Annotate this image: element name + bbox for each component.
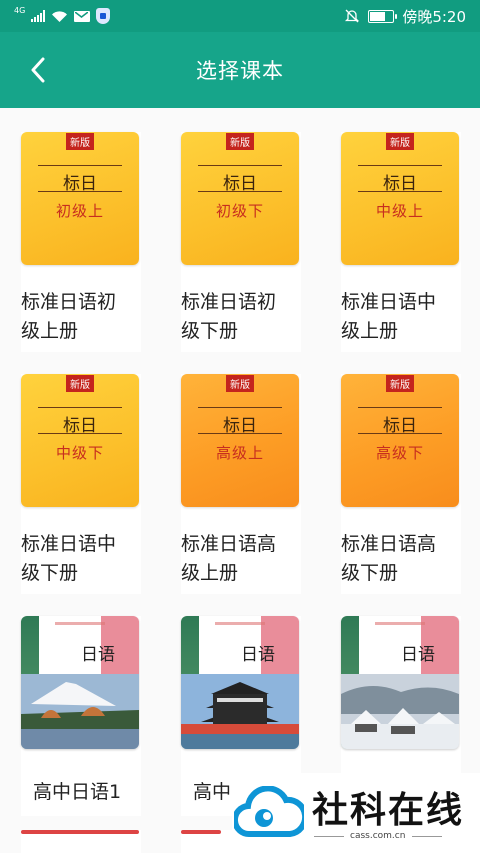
page-title: 选择课本 [196, 59, 284, 83]
cover-tag: 新版 [386, 375, 414, 392]
cover-tag: 新版 [226, 133, 254, 150]
cover-title: 标日 [223, 174, 257, 194]
cover-subtitle: 初级上 [55, 202, 104, 220]
book-card[interactable]: 新版 标日 高级上 标准日语高 级上册 [181, 374, 301, 594]
cover-title: 日语 [81, 645, 115, 665]
book-card[interactable]: 新版 标日 中级下 标准日语中 级下册 [21, 374, 141, 594]
cover-photo-mountain [21, 674, 139, 749]
mail-icon [74, 10, 91, 22]
cover-subtitle: 高级上 [215, 444, 264, 462]
network-type-label: 4G [14, 6, 26, 15]
book-cover: 新版 标日 中级下 [21, 374, 139, 507]
book-cover: 新版 标日 初级下 [181, 132, 299, 265]
book-cover: 新版 标日 高级下 [341, 374, 459, 507]
cover-photo-castle [181, 674, 299, 749]
book-card[interactable] [21, 830, 141, 853]
top-app-bar: 选择课本 [0, 32, 480, 108]
book-title: 标准日语高 级上册 [181, 533, 277, 584]
mute-bell-icon [345, 9, 360, 23]
signal-icon [31, 10, 46, 22]
book-card[interactable]: 新版 标日 中级上 标准日语中 级上册 [341, 132, 461, 352]
book-cover: 新版 标日 中级上 [341, 132, 459, 265]
book-cover: 日语 [21, 616, 139, 749]
shield-icon [96, 8, 111, 24]
cover-subtitle: 中级下 [55, 444, 104, 462]
cover-title: 标日 [63, 174, 97, 194]
book-title: 标准日语初 级上册 [21, 291, 117, 342]
cloud-logo-icon [234, 786, 304, 838]
book-cover: 日语 [181, 616, 299, 749]
cover-title: 日语 [401, 645, 435, 665]
cover-title: 日语 [241, 645, 275, 665]
cover-tag: 新版 [66, 133, 94, 150]
cover-subtitle: 中级上 [375, 202, 424, 220]
status-time: 傍晚5:20 [402, 7, 466, 26]
watermark: 社科在线 cass.com.cn [232, 773, 480, 853]
battery-icon [368, 9, 398, 23]
wifi-icon [52, 10, 68, 22]
book-card[interactable]: 日语 高中日语1 [21, 616, 141, 816]
cover-photo-snow-village [341, 674, 459, 749]
status-bar: 4G 傍晚5:20 [0, 0, 480, 32]
cover-tag: 新版 [66, 375, 94, 392]
cover-title: 标日 [383, 174, 417, 194]
book-title: 高中日语1 [33, 781, 122, 803]
back-button[interactable] [22, 54, 54, 86]
cover-subtitle: 高级下 [375, 444, 424, 462]
book-title: 标准日语中 级下册 [21, 533, 117, 584]
watermark-url: cass.com.cn [350, 831, 406, 841]
book-title: 标准日语中 级上册 [341, 291, 437, 342]
cover-tag: 新版 [226, 375, 254, 392]
cover-title: 标日 [383, 416, 417, 436]
book-cover: 新版 标日 高级上 [181, 374, 299, 507]
cover-tag: 新版 [386, 133, 414, 150]
book-cover: 新版 标日 初级上 [21, 132, 139, 265]
cover-subtitle: 初级下 [215, 202, 264, 220]
book-card[interactable]: 新版 标日 初级下 标准日语初 级下册 [181, 132, 301, 352]
book-card[interactable]: 新版 标日 初级上 标准日语初 级上册 [21, 132, 141, 352]
book-title: 标准日语高 级下册 [341, 533, 437, 584]
cover-title: 标日 [223, 416, 257, 436]
book-title: 标准日语初 级下册 [181, 291, 277, 342]
book-cover: 日语 [341, 616, 459, 749]
cover-title: 标日 [63, 416, 97, 436]
book-card[interactable]: 新版 标日 高级下 标准日语高 级下册 [341, 374, 461, 594]
book-grid: 新版 标日 初级上 标准日语初 级上册 新版 标日 初级下 标准日语初 级下册 新版… [0, 108, 480, 853]
watermark-text: 社科在线 [312, 790, 465, 831]
back-arrow-icon [31, 57, 45, 83]
